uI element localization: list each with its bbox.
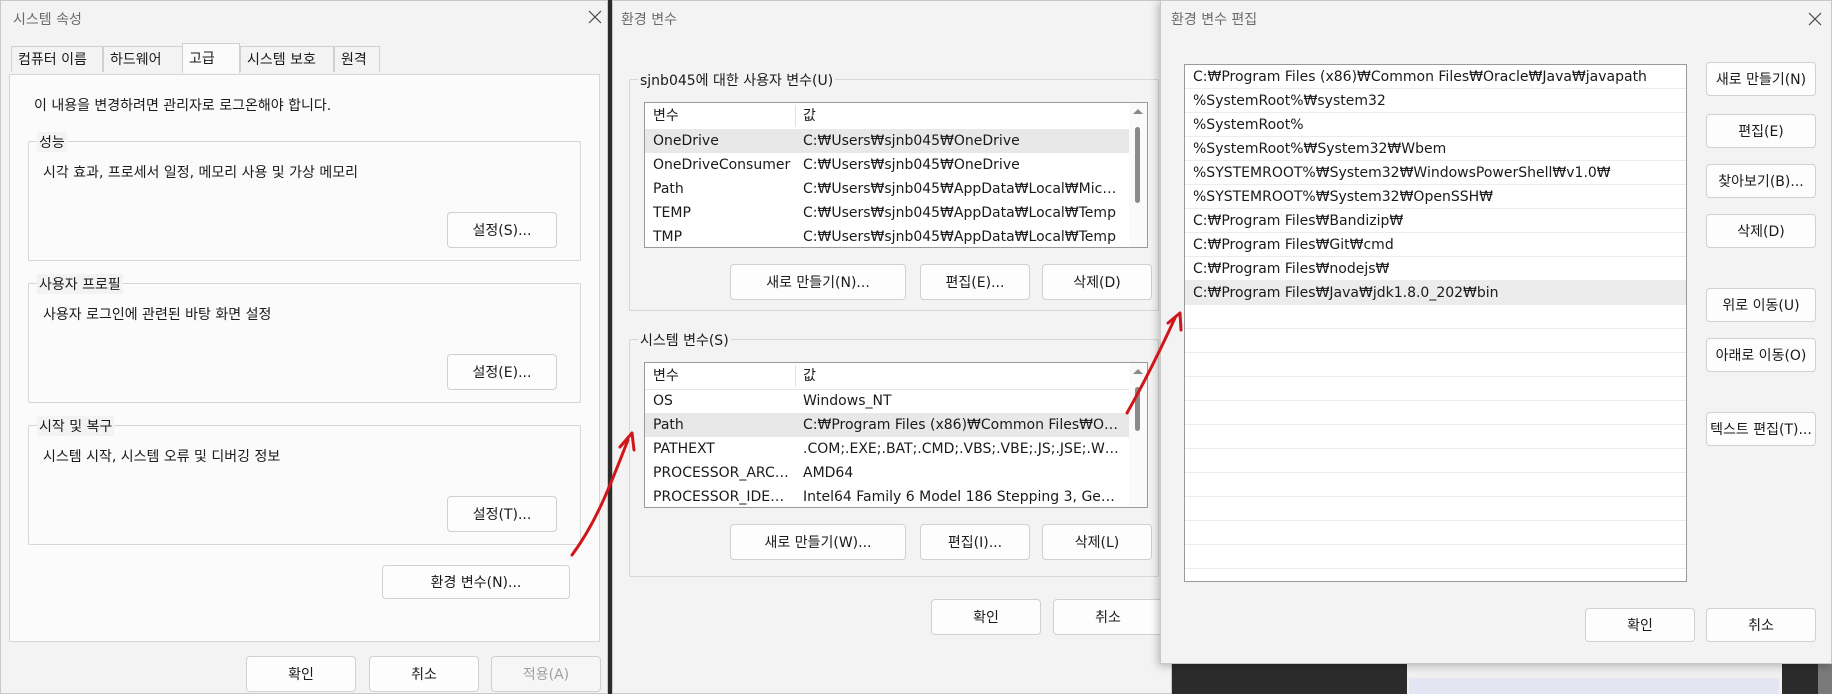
arrow-to-path-row (570, 438, 630, 557)
annotation-arrows (570, 311, 1183, 557)
tab-advanced[interactable]: 고급 (182, 43, 240, 73)
arrow-to-edit-dialog (1125, 316, 1177, 415)
